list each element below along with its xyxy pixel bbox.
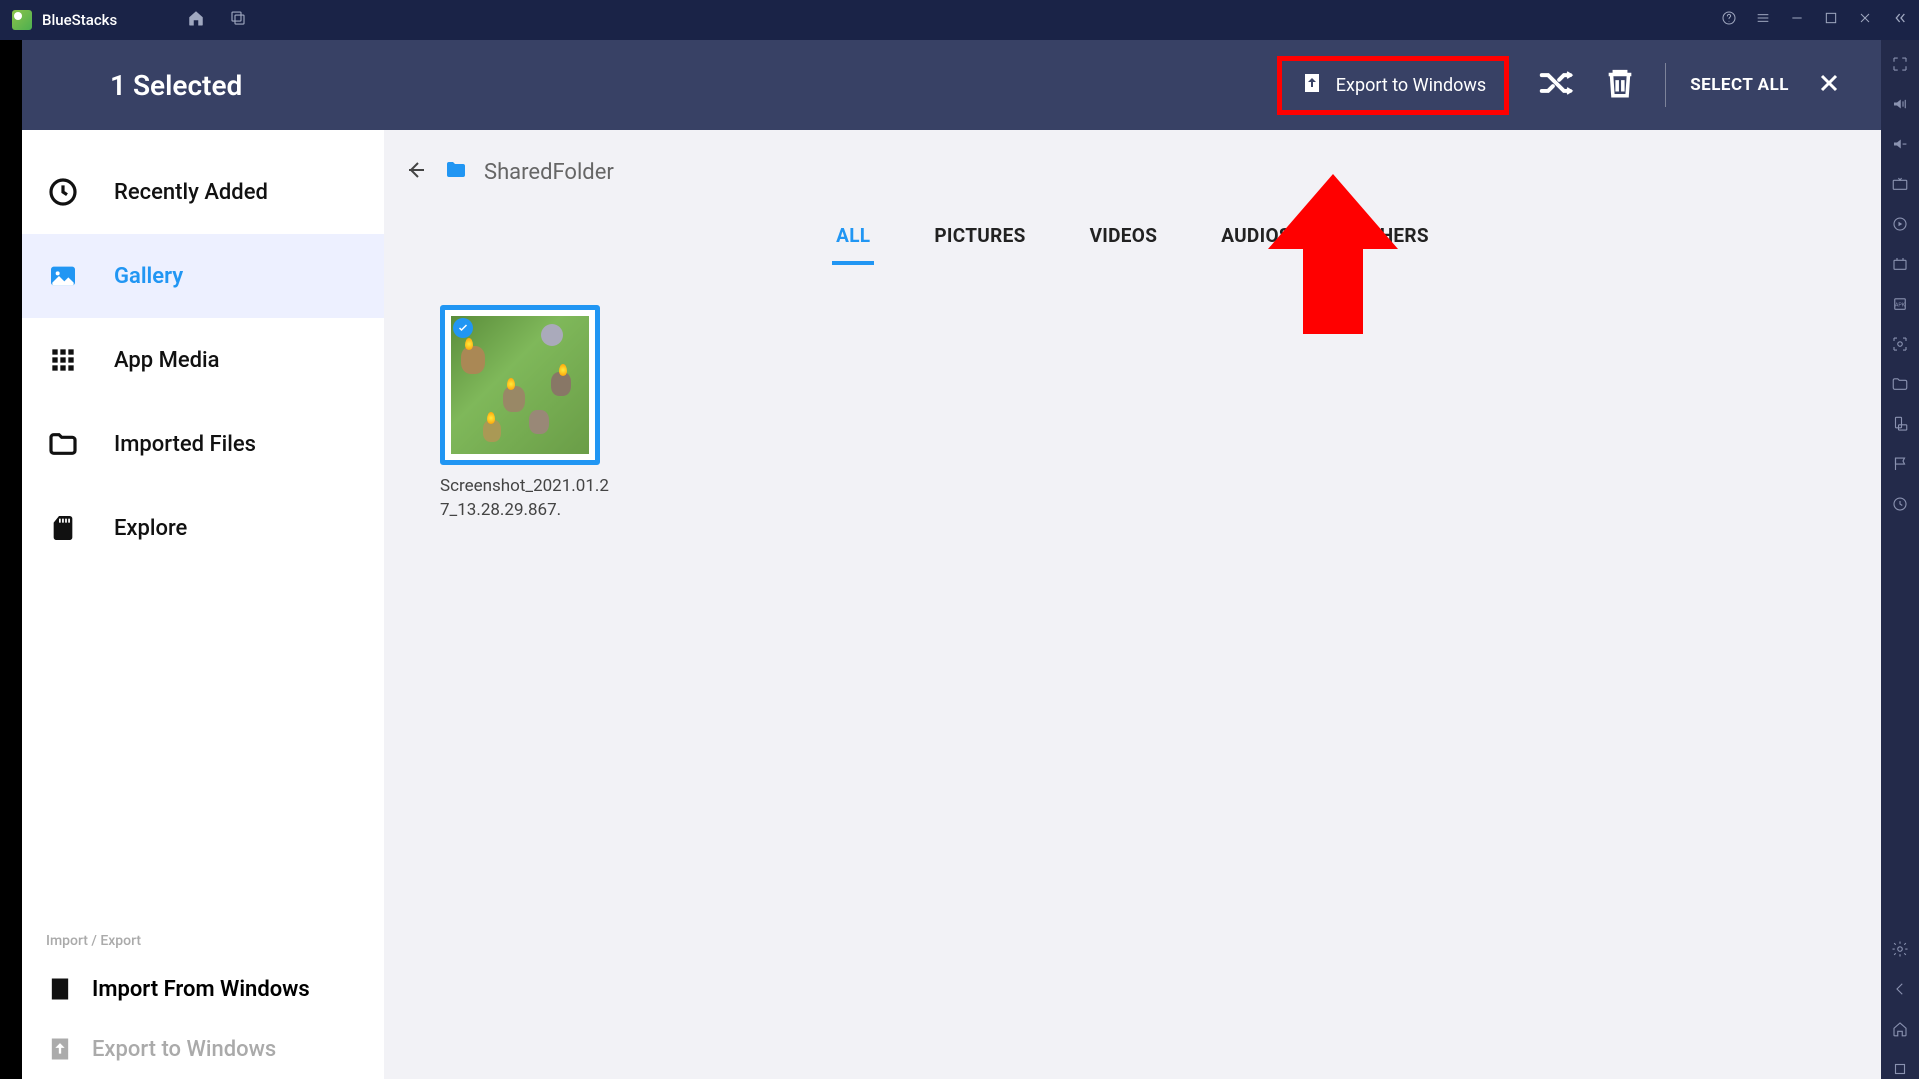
settings-icon[interactable] (1890, 939, 1910, 959)
rotate-icon[interactable] (1890, 414, 1910, 434)
sync-icon[interactable] (1890, 214, 1910, 234)
export-button-label: Export to Windows (1336, 75, 1486, 96)
export-to-windows-sidebar-button[interactable]: Export to Windows (22, 1019, 384, 1079)
recents-nav-icon[interactable] (1890, 1059, 1910, 1079)
volume-down-icon[interactable] (1890, 134, 1910, 154)
import-from-windows-button[interactable]: Import From Windows (22, 959, 384, 1019)
sidebar-item-recently-added[interactable]: Recently Added (22, 150, 384, 234)
help-icon[interactable] (1721, 10, 1737, 30)
gallery-icon (46, 259, 80, 293)
shuffle-icon[interactable] (1537, 64, 1575, 106)
tab-videos[interactable]: VIDEOS (1086, 214, 1162, 265)
tab-others[interactable]: OTHERS (1351, 214, 1433, 265)
maximize-icon[interactable] (1823, 10, 1839, 30)
app-title: BlueStacks (42, 11, 117, 29)
keyboard-controls-icon[interactable] (1890, 174, 1910, 194)
selected-check-icon (453, 318, 473, 338)
select-all-button[interactable]: SELECT ALL (1690, 75, 1789, 95)
breadcrumb: SharedFolder (384, 130, 1881, 198)
media-folder-icon[interactable] (1890, 374, 1910, 394)
sidebar-action-label: Export to Windows (92, 1037, 276, 1062)
export-icon (46, 1035, 74, 1063)
fullscreen-icon[interactable] (1890, 54, 1910, 74)
sidebar-item-label: Explore (114, 516, 187, 541)
sidebar-item-gallery[interactable]: Gallery (22, 234, 384, 318)
volume-up-icon[interactable] (1890, 94, 1910, 114)
folder-icon (442, 158, 470, 186)
export-to-windows-button[interactable]: Export to Windows (1277, 56, 1509, 115)
home-icon[interactable] (187, 9, 205, 31)
tab-pictures[interactable]: PICTURES (930, 214, 1029, 265)
gallery-grid: Screenshot_2021.01.27_13.28.29.867. (384, 265, 1881, 563)
location-icon[interactable] (1890, 454, 1910, 474)
svg-text:APK: APK (1895, 302, 1906, 308)
divider (1665, 63, 1666, 107)
main-pane: SharedFolder ALL PICTURES VIDEOS AUDIOS … (384, 130, 1881, 1079)
right-tool-rail: APK (1881, 40, 1919, 1079)
thumbnail-filename: Screenshot_2021.01.27_13.28.29.867. (440, 475, 616, 523)
sidebar-item-imported-files[interactable]: Imported Files (22, 402, 384, 486)
sidebar-item-label: Imported Files (114, 432, 256, 457)
close-window-icon[interactable] (1857, 10, 1873, 30)
grid-icon (46, 343, 80, 377)
sidebar-item-label: Recently Added (114, 180, 268, 205)
folder-icon (46, 427, 80, 461)
macro-icon[interactable] (1890, 254, 1910, 274)
tabs: ALL PICTURES VIDEOS AUDIOS OTHERS (384, 198, 1881, 265)
shake-icon[interactable] (1890, 494, 1910, 514)
import-icon (46, 975, 74, 1003)
thumbnail-frame (440, 305, 600, 465)
sidebar-item-label: Gallery (114, 264, 183, 289)
letterbox-left (0, 40, 22, 1079)
bluestacks-logo-icon (12, 10, 32, 30)
export-icon (1300, 71, 1324, 100)
gallery-item[interactable]: Screenshot_2021.01.27_13.28.29.867. (440, 305, 620, 523)
sidebar: Recently Added Gallery App Media Importe… (22, 130, 384, 1079)
sidebar-item-app-media[interactable]: App Media (22, 318, 384, 402)
memory-icon[interactable]: APK (1890, 294, 1910, 314)
titlebar: BlueStacks (0, 0, 1919, 40)
breadcrumb-folder-name: SharedFolder (484, 160, 614, 185)
sidebar-section-label: Import / Export (22, 923, 384, 959)
trash-icon[interactable] (1603, 66, 1637, 104)
sidebar-item-explore[interactable]: Explore (22, 486, 384, 570)
selection-bar: 1 Selected Export to Windows SELECT ALL (22, 40, 1881, 130)
menu-icon[interactable] (1755, 10, 1771, 30)
sd-card-icon (46, 511, 80, 545)
screenshot-icon[interactable] (1890, 334, 1910, 354)
tab-audios[interactable]: AUDIOS (1217, 214, 1295, 265)
close-selection-icon[interactable] (1817, 71, 1841, 99)
minimize-icon[interactable] (1789, 10, 1805, 30)
tab-all[interactable]: ALL (832, 214, 874, 265)
sidebar-item-label: App Media (114, 348, 219, 373)
clock-icon (46, 175, 80, 209)
sidebar-action-label: Import From Windows (92, 977, 310, 1002)
back-icon[interactable] (404, 158, 428, 186)
thumbnail-image (451, 316, 589, 454)
back-nav-icon[interactable] (1890, 979, 1910, 999)
home-nav-icon[interactable] (1890, 1019, 1910, 1039)
collapse-rail-icon[interactable] (1891, 10, 1907, 30)
selection-count: 1 Selected (110, 69, 242, 102)
recent-apps-icon[interactable] (229, 9, 247, 31)
